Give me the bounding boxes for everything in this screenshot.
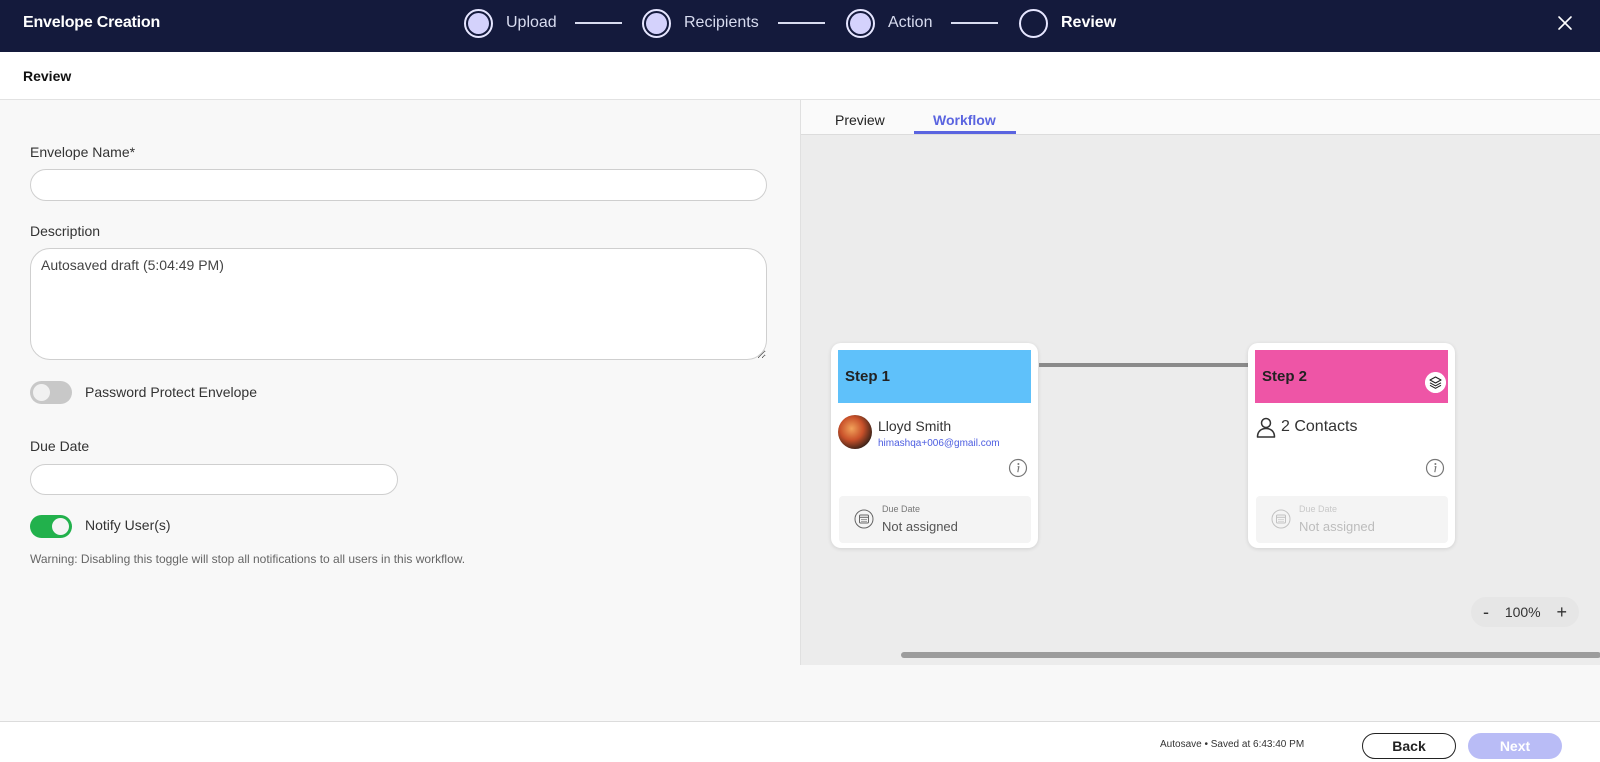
due-date-input[interactable]: [30, 464, 398, 495]
step-circle-icon: [464, 8, 493, 38]
info-icon[interactable]: [1425, 458, 1445, 478]
active-tab-indicator: [914, 131, 1016, 134]
back-button[interactable]: Back: [1362, 733, 1456, 759]
step-header: Step 2: [1255, 350, 1448, 403]
user-icon: [1256, 417, 1276, 438]
tab-preview[interactable]: Preview: [835, 112, 885, 128]
description-label: Description: [30, 223, 101, 239]
info-icon[interactable]: [1008, 458, 1028, 478]
due-date-label: Due Date: [30, 438, 90, 454]
zoom-out-button[interactable]: -: [1483, 603, 1489, 621]
envelope-form: Envelope Name* Description Autosaved dra…: [0, 100, 800, 720]
due-date-box: Due Date Not assigned: [839, 496, 1031, 543]
workflow-step-card[interactable]: Step 1 Lloyd Smith himashqa+006@gmail.co…: [831, 343, 1038, 548]
page-title: Review: [23, 68, 72, 84]
zoom-level: 100%: [1504, 604, 1541, 620]
due-date-value: Not assigned: [1299, 519, 1375, 534]
calendar-icon: [854, 509, 874, 529]
envelope-name-label: Envelope Name*: [30, 144, 136, 160]
stepper-connector: [575, 22, 622, 24]
zoom-in-button[interactable]: +: [1556, 603, 1567, 621]
step-connector-line: [1039, 363, 1248, 367]
stepper-step-action[interactable]: Action: [846, 8, 932, 38]
description-textarea[interactable]: Autosaved draft (5:04:49 PM): [30, 248, 767, 360]
avatar: [838, 415, 872, 449]
stepper-step-recipients[interactable]: Recipients: [642, 8, 759, 38]
due-date-caption: Due Date: [882, 504, 921, 514]
step-contacts: 2 Contacts: [1255, 416, 1357, 438]
recipient-name: Lloyd Smith: [878, 418, 952, 434]
due-date-value: Not assigned: [882, 519, 958, 534]
due-date-box: Due Date Not assigned: [1256, 496, 1448, 543]
horizontal-scrollbar[interactable]: [901, 652, 1600, 658]
step-title: Step 1: [845, 368, 891, 385]
footer-bar: Autosave • Saved at 6:43:40 PM Back Next: [0, 721, 1600, 762]
step-title: Step 2: [1262, 368, 1308, 385]
workflow-step-card[interactable]: Step 2 2 Contacts Due Date Not assigned: [1248, 343, 1455, 548]
contacts-count: 2 Contacts: [1281, 418, 1358, 435]
recipient-email: himashqa+006@gmail.com: [878, 438, 1000, 449]
panel-tabs: Preview Workflow: [801, 100, 1600, 135]
zoom-control: - 100% +: [1471, 597, 1579, 627]
page-header: Review: [0, 52, 1600, 100]
tab-workflow[interactable]: Workflow: [933, 112, 996, 128]
step-circle-icon: [846, 8, 875, 38]
stepper-connector: [951, 22, 998, 24]
step-header: Step 1: [838, 350, 1031, 403]
envelope-name-input[interactable]: [30, 169, 767, 201]
notify-users-label: Notify User(s): [85, 517, 171, 533]
next-button[interactable]: Next: [1468, 733, 1562, 759]
workflow-panel: Preview Workflow Step 1 Lloyd Smith hima…: [800, 100, 1600, 665]
step-label: Upload: [506, 14, 557, 31]
stepper-step-review[interactable]: Review: [1019, 8, 1116, 38]
step-label: Review: [1061, 14, 1117, 31]
workflow-canvas[interactable]: Step 1 Lloyd Smith himashqa+006@gmail.co…: [801, 135, 1600, 665]
close-icon[interactable]: [1557, 15, 1573, 31]
password-protect-toggle[interactable]: [30, 381, 72, 404]
step-circle-icon: [642, 8, 671, 38]
stepper-connector: [778, 22, 825, 24]
autosave-status: Autosave • Saved at 6:43:40 PM: [1160, 739, 1305, 750]
notify-warning-text: Warning: Disabling this toggle will stop…: [30, 552, 466, 566]
step-label: Action: [888, 14, 933, 31]
step-circle-icon: [1019, 8, 1048, 38]
step-label: Recipients: [684, 14, 759, 31]
notify-users-toggle[interactable]: [30, 515, 72, 538]
calendar-icon: [1271, 509, 1291, 529]
layers-icon[interactable]: [1425, 372, 1446, 393]
password-protect-label: Password Protect Envelope: [85, 384, 257, 400]
progress-stepper: Upload Recipients Action Review: [0, 0, 1600, 52]
stepper-step-upload[interactable]: Upload: [464, 8, 557, 38]
due-date-caption: Due Date: [1299, 504, 1338, 514]
top-bar: Envelope Creation Upload Recipients Acti…: [0, 0, 1600, 52]
